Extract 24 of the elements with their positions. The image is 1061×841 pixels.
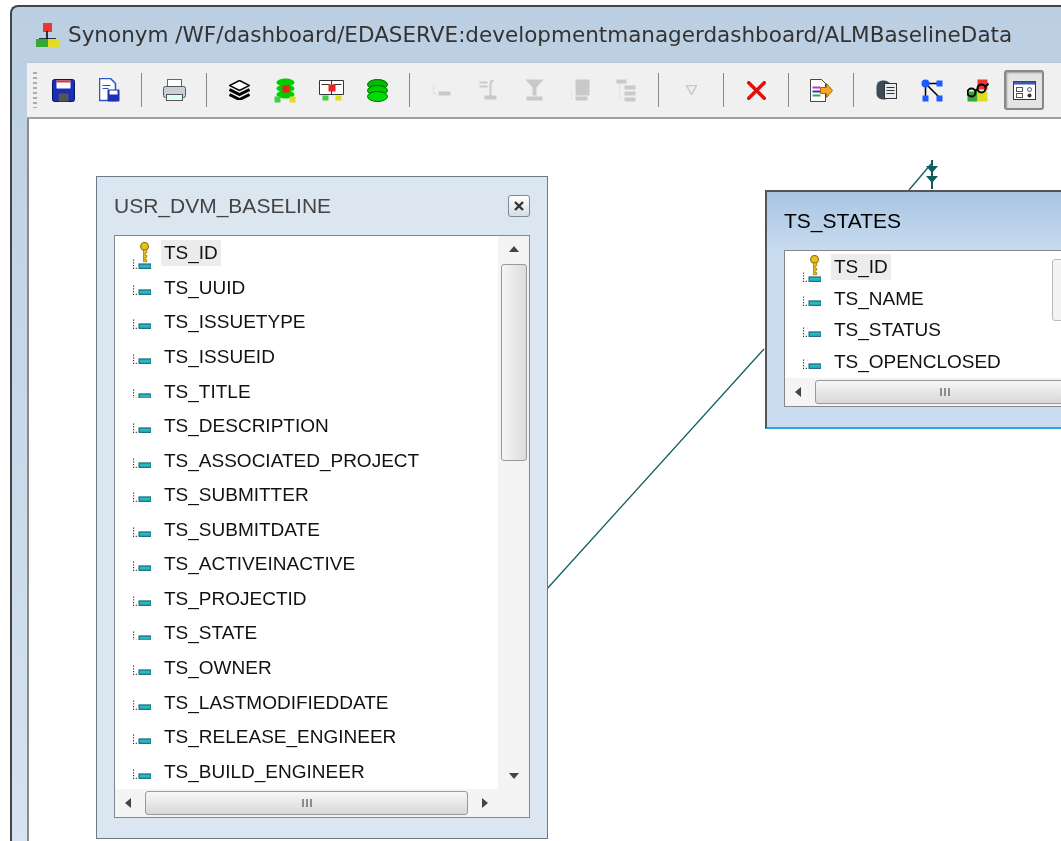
column-name[interactable]: TS_UUID [161, 274, 249, 301]
column-name[interactable]: TS_NAME [831, 285, 927, 312]
column-name[interactable]: TS_RELEASE_ENGINEER [161, 724, 400, 751]
column-name[interactable]: TS_LASTMODIFIEDDATE [161, 689, 392, 716]
column-name[interactable]: TS_BUILD_ENGINEER [161, 758, 368, 785]
table-panel[interactable]: TS_STATES TS_ID TS_NAME TS_STATUS TS_OPENCLOSED [765, 190, 1061, 429]
column-name[interactable]: TS_ISSUEID [161, 343, 278, 370]
column-name[interactable]: TS_ID [831, 253, 891, 280]
column-name[interactable]: TS_ASSOCIATED_PROJECT [161, 447, 423, 474]
table-title: TS_STATES [784, 209, 902, 233]
column-name[interactable]: TS_SUBMITTER [161, 482, 312, 509]
column-name[interactable]: TS_ID [161, 240, 221, 267]
table-title: USR_DVM_BASELINE [114, 194, 332, 218]
column-name[interactable]: TS_ACTIVEINACTIVE [161, 551, 359, 578]
column-name[interactable]: TS_OWNER [161, 655, 275, 682]
column-name[interactable]: TS_STATUS [831, 317, 944, 344]
column-name[interactable]: TS_TITLE [161, 378, 254, 405]
column-name[interactable]: TS_ISSUETYPE [161, 309, 309, 336]
column-name[interactable]: TS_STATE [161, 620, 261, 647]
column-name[interactable]: TS_PROJECTID [161, 585, 310, 612]
column-name[interactable]: TS_SUBMITDATE [161, 516, 323, 543]
column-name[interactable]: TS_OPENCLOSED [831, 349, 1004, 376]
column-name[interactable]: TS_DESCRIPTION [161, 413, 332, 440]
window-title: Synonym /WF/dashboard/EDASERVE:developmentmanagerdashboard/ALMBaselineData [68, 22, 1013, 47]
